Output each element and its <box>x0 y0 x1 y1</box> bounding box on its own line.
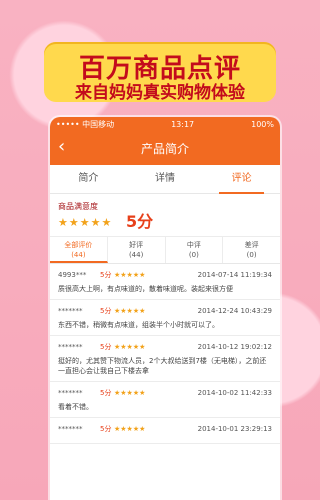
review-score: 5分 <box>100 343 112 351</box>
review-filters: 全部评价 (44) 好评 (44) 中评 (0) 差评 (0) <box>50 237 280 264</box>
phone-screen: ••••• 中国移动 13:17 100% ‹ 产品简介 简介 详情 评论 商品… <box>50 117 280 500</box>
review-user: 4993*** <box>58 271 87 279</box>
review-stars: ★★★★★ <box>114 343 146 351</box>
filter-all[interactable]: 全部评价 (44) <box>50 237 108 263</box>
filter-negative[interactable]: 差评 (0) <box>223 237 280 263</box>
review-stars: ★★★★★ <box>114 425 146 433</box>
filter-negative-count: (0) <box>246 251 257 259</box>
review-time: 2014-10-12 19:02:12 <box>197 343 272 351</box>
review-list: 4993*** 5分 ★★★★★ 2014-07-14 11:19:34 质很高… <box>50 264 280 444</box>
status-bar: ••••• 中国移动 13:17 100% <box>50 117 280 131</box>
satisfaction-panel: 商品满意度 ★★★★★ 5分 <box>50 194 280 237</box>
review-user: ******* <box>58 343 83 351</box>
battery-text: 100% <box>251 119 274 129</box>
status-time: 13:17 <box>171 119 195 129</box>
filter-negative-label: 差评 <box>244 241 259 249</box>
review-item: ******* 5分 ★★★★★ 2014-10-01 23:29:13 <box>50 418 280 444</box>
tab-reviews[interactable]: 评论 <box>203 165 280 194</box>
review-stars: ★★★★★ <box>114 271 146 279</box>
filter-positive-label: 好评 <box>129 241 144 249</box>
filter-all-label: 全部评价 <box>64 241 93 249</box>
review-time: 2014-07-14 11:19:34 <box>197 271 272 279</box>
review-score: 5分 <box>100 307 112 315</box>
review-item: ******* 5分 ★★★★★ 2014-10-12 19:02:12 挺好的… <box>50 336 280 382</box>
review-meta: ******* 5分 ★★★★★ 2014-12-24 10:43:29 <box>58 306 272 316</box>
review-meta: 4993*** 5分 ★★★★★ 2014-07-14 11:19:34 <box>58 270 272 280</box>
review-score: 5分 <box>100 271 112 279</box>
satisfaction-score: 5分 <box>126 212 154 231</box>
promo-subtitle: 来自妈妈真实购物体验 <box>75 83 245 103</box>
review-time: 2014-12-24 10:43:29 <box>197 307 272 315</box>
review-user: ******* <box>58 307 83 315</box>
satisfaction-label: 商品满意度 <box>58 202 98 211</box>
page-header: ‹ 产品简介 <box>50 131 280 165</box>
review-item: ******* 5分 ★★★★★ 2014-12-24 10:43:29 东西不… <box>50 300 280 336</box>
review-text: 挺好的，尤其赞下物流人员，2个大叔给送到7楼（无电梯），之前还一直担心会让我自己… <box>58 357 267 375</box>
filter-neutral-count: (0) <box>188 251 199 259</box>
carrier-text: ••••• 中国移动 <box>56 119 115 129</box>
back-icon[interactable]: ‹ <box>58 138 70 156</box>
review-meta: ******* 5分 ★★★★★ 2014-10-01 23:29:13 <box>58 424 272 434</box>
tab-details[interactable]: 详情 <box>127 165 204 193</box>
filter-neutral[interactable]: 中评 (0) <box>166 237 224 263</box>
review-time: 2014-10-01 23:29:13 <box>197 425 272 433</box>
review-item: ******* 5分 ★★★★★ 2014-10-02 11:42:33 看着不… <box>50 382 280 418</box>
review-time: 2014-10-02 11:42:33 <box>197 389 272 397</box>
review-item: 4993*** 5分 ★★★★★ 2014-07-14 11:19:34 质很高… <box>50 264 280 300</box>
review-stars: ★★★★★ <box>114 307 146 315</box>
review-user: ******* <box>58 389 83 397</box>
promo-banner: 百万商品点评 来自妈妈真实购物体验 <box>44 42 276 103</box>
review-score: 5分 <box>100 425 112 433</box>
review-text: 看着不错。 <box>58 403 93 411</box>
review-text: 质很高大上啊，有点味道的，散着味道呢。装起来很方便 <box>58 285 233 293</box>
review-meta: ******* 5分 ★★★★★ 2014-10-02 11:42:33 <box>58 388 272 398</box>
filter-positive[interactable]: 好评 (44) <box>108 237 166 263</box>
filter-neutral-label: 中评 <box>186 241 201 249</box>
filter-all-count: (44) <box>71 251 86 259</box>
satisfaction-stars: ★★★★★ <box>58 216 113 229</box>
review-stars: ★★★★★ <box>114 389 146 397</box>
tab-summary[interactable]: 简介 <box>50 165 127 193</box>
review-user: ******* <box>58 425 83 433</box>
review-text: 东西不错，稍微有点味道，组装半个小时就可以了。 <box>58 321 219 329</box>
review-score: 5分 <box>100 389 112 397</box>
filter-positive-count: (44) <box>128 251 144 259</box>
tab-bar: 简介 详情 评论 <box>50 165 280 194</box>
review-meta: ******* 5分 ★★★★★ 2014-10-12 19:02:12 <box>58 342 272 352</box>
page-title: 产品简介 <box>140 141 189 156</box>
